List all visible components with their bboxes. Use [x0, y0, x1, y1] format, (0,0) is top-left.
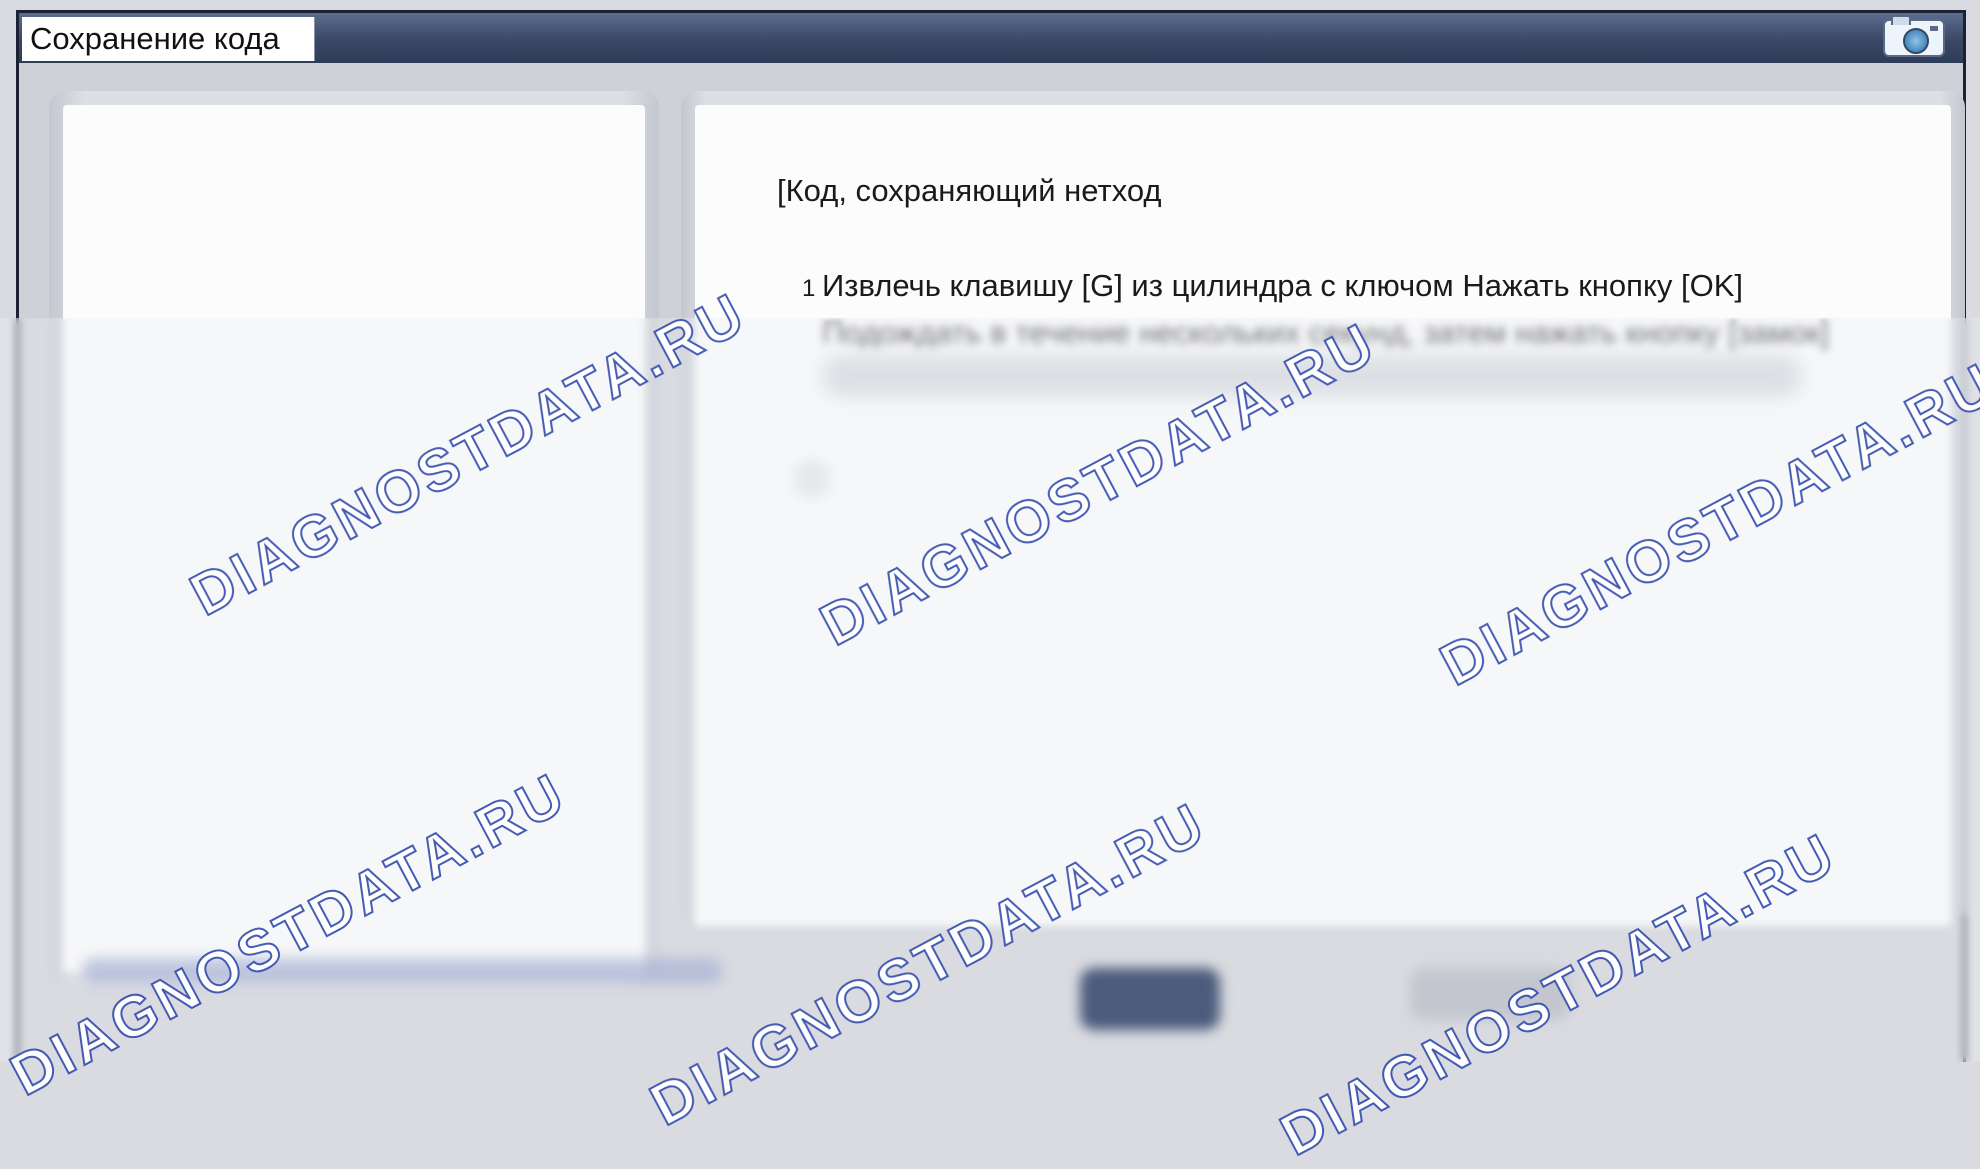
step-number: 1 [802, 275, 816, 302]
ok-button[interactable] [1080, 968, 1220, 1030]
camera-icon-bump [1891, 15, 1911, 25]
step-text: Извлечь клавишу [G] из цилиндра с ключом… [822, 268, 1743, 303]
instructions-heading: [Код, сохраняющий нетход [777, 173, 1162, 208]
camera-icon-flash [1930, 26, 1938, 31]
camera-icon-lens [1903, 28, 1929, 54]
instruction-step-1: 1 Извлечь клавишу [G] из цилиндра с ключо… [802, 268, 1743, 304]
window-title: Сохранение кода [22, 17, 315, 61]
title-bar: Сохранение кода [19, 13, 1963, 63]
camera-icon[interactable] [1883, 15, 1945, 57]
